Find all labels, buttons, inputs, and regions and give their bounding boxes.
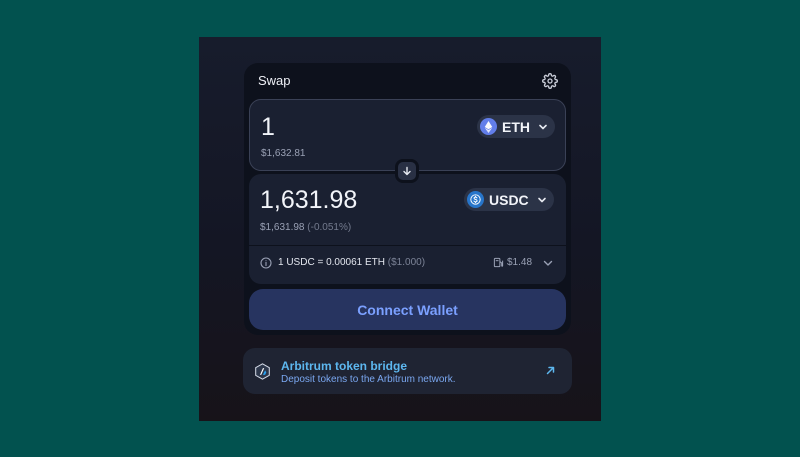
bridge-title: Arbitrum token bridge <box>281 359 408 373</box>
arbitrum-bridge-banner[interactable]: Arbitrum token bridge Deposit tokens to … <box>243 348 572 394</box>
price-impact: (-0.051%) <box>307 222 352 233</box>
arrow-up-right-icon <box>546 366 555 375</box>
buy-token-symbol: USDC <box>489 191 529 208</box>
swap-title: Swap <box>258 73 291 88</box>
gas-pump-icon <box>493 257 504 268</box>
eth-icon <box>480 118 497 135</box>
usdc-icon <box>467 191 484 208</box>
gear-icon[interactable] <box>542 73 558 89</box>
arrow-down-icon <box>403 166 411 176</box>
rate-usd: ($1.000) <box>387 257 426 268</box>
chevron-down-icon <box>539 124 547 129</box>
sell-usd-value: $1,632.81 <box>261 148 306 159</box>
sell-amount-input[interactable]: 1 <box>261 113 275 142</box>
buy-amount-output: 1,631.98 <box>260 186 358 214</box>
chevron-down-icon[interactable] <box>542 257 554 269</box>
info-icon <box>260 257 272 269</box>
buy-usd-value: $1,631.98 (-0.051%) <box>260 222 352 233</box>
arbitrum-icon <box>255 363 270 380</box>
sell-token-symbol: ETH <box>502 118 530 135</box>
sell-token-selector[interactable]: ETH <box>477 115 555 138</box>
switch-tokens-button[interactable] <box>395 159 419 183</box>
connect-wallet-button[interactable]: Connect Wallet <box>249 289 566 330</box>
exchange-rate: 1 USDC = 0.00061 ETH ($1.000) <box>278 257 426 268</box>
bridge-subtitle: Deposit tokens to the Arbitrum network. <box>281 374 456 385</box>
buy-token-selector[interactable]: USDC <box>464 188 554 211</box>
exchange-rate-row[interactable]: 1 USDC = 0.00061 ETH ($1.000) $1.48 <box>249 246 566 280</box>
chevron-down-icon <box>537 197 546 202</box>
gas-fee: $1.48 <box>507 257 533 268</box>
